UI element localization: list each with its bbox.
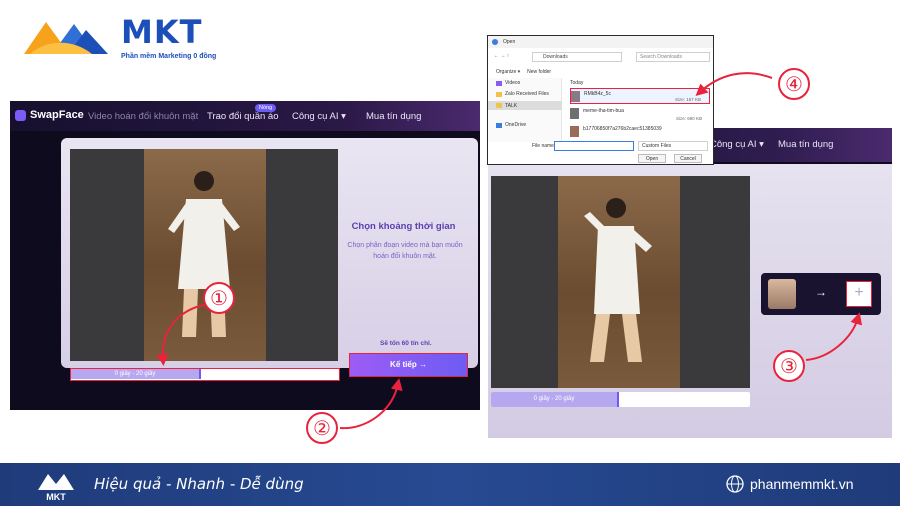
file-size: Size: 690 KB [675, 116, 702, 121]
cancel-button[interactable]: Cancel [674, 154, 702, 163]
sidebar-item-label: TALK [505, 102, 518, 109]
person-figure-icon [584, 198, 652, 362]
file-size: Size: 167 KB [674, 97, 701, 102]
face-swap-box: → + [761, 273, 881, 315]
next-button[interactable]: Kế tiếp → [349, 353, 468, 377]
add-face-button[interactable]: + [846, 281, 872, 307]
panel-title: Chọn khoảng thời gian [351, 221, 456, 232]
file-name: RMkB4z_5c [584, 91, 611, 97]
mkt-footer-logo-icon: MKT [38, 474, 74, 502]
chrome-icon [492, 39, 498, 45]
credits-note: Sẽ tốn 60 tín chỉ. [380, 340, 432, 347]
footer-tagline: Hiệu quả - Nhanh - Dễ dùng [94, 475, 304, 493]
chevron-down-icon: ▾ [341, 111, 346, 122]
organize-button[interactable]: Organize ▾ [496, 69, 520, 75]
image-thumbnail-icon [570, 126, 579, 137]
folder-icon [496, 91, 502, 97]
cloud-icon [496, 122, 502, 128]
step-3-marker: ③ [773, 350, 805, 382]
file-item[interactable]: meme-tha-tim-bua Size: 690 KB [570, 106, 710, 122]
nav-ai-tools-2[interactable]: Công cụ AI ▾ [710, 139, 764, 150]
brand-label: SwapFace [30, 109, 84, 121]
videos-icon [496, 80, 502, 86]
panel-description: Chọn phân đoạn video mà bạn muốn hoán đổ… [347, 242, 463, 260]
file-name: b17706850f7a276b2caec51385039 [583, 126, 662, 132]
sidebar-item-label: Videos [505, 80, 521, 86]
image-thumbnail-icon [571, 91, 580, 102]
arrow-right-icon: → [815, 285, 827, 299]
nav-buy-credits[interactable]: Mua tín dụng [366, 111, 421, 122]
nav-video-swap[interactable]: Video hoán đổi khuôn mặt [88, 111, 198, 122]
source-face-thumbnail[interactable] [768, 279, 796, 309]
time-range-slider[interactable]: 0 giây - 20 giây [70, 368, 340, 381]
video-frame-2 [558, 176, 680, 388]
range-label[interactable]: 0 giây - 20 giây [71, 369, 201, 379]
file-list: Today RMkB4z_5c Size: 167 KB meme-tha-ti… [564, 78, 712, 142]
video-frame [144, 149, 266, 361]
sidebar-item-onedrive[interactable]: OneDrive [496, 122, 526, 128]
range-label-2[interactable]: 0 giây - 20 giây [491, 392, 619, 407]
nav-ai-tools-2-label: Công cụ AI [710, 139, 757, 150]
top-nav: SwapFace Video hoán đổi khuôn mặt Trao đ… [10, 101, 480, 131]
person-figure-icon [168, 171, 240, 337]
nav-ai-tools-label: Công cụ AI [292, 111, 339, 122]
folder-icon [496, 103, 502, 108]
swapface-logo-icon [15, 109, 26, 121]
image-thumbnail-icon [570, 108, 579, 119]
open-button[interactable]: Open [638, 154, 666, 163]
step-2-marker: ② [306, 412, 338, 444]
sidebar-item-videos[interactable]: Videos [496, 80, 520, 86]
globe-icon [726, 475, 744, 493]
file-type-select[interactable]: Custom Files [638, 141, 708, 151]
address-bar: ← → ↑ Downloads Search Downloads [488, 50, 713, 64]
dialog-sidebar: Videos Zalo Received Files TALK OneDrive [488, 78, 562, 142]
address-field[interactable]: Downloads [532, 52, 622, 62]
swapface-window: SwapFace Video hoán đổi khuôn mặt Trao đ… [10, 101, 480, 410]
dialog-toolbar: Organize ▾ New folder [496, 69, 551, 75]
nav-ai-tools[interactable]: Công cụ AI ▾ [292, 111, 346, 122]
footer-bar: MKT Hiệu quả - Nhanh - Dễ dùng phanmemmk… [0, 463, 900, 506]
file-name-label: File name: [532, 143, 556, 149]
step-1-marker: ① [203, 282, 235, 314]
time-range-slider-2[interactable]: 0 giây - 20 giây [491, 392, 750, 407]
chevron-down-icon: ▾ [759, 139, 764, 150]
dialog-footer: File name: Custom Files Open Cancel [488, 140, 713, 164]
nav-clothes-swap[interactable]: Trao đổi quần áo [207, 111, 278, 122]
tutorial-image: MKT Phần mềm Marketing 0 đồng SwapFace V… [0, 0, 900, 506]
file-open-dialog: Open ← → ↑ Downloads Search Downloads Or… [487, 35, 714, 165]
footer-website[interactable]: phanmemmkt.vn [750, 476, 853, 492]
search-input[interactable]: Search Downloads [636, 52, 710, 62]
nav-arrows-icon[interactable]: ← → ↑ [494, 53, 509, 59]
file-name-input[interactable] [554, 141, 634, 151]
sidebar-item-talk[interactable]: TALK [488, 101, 562, 110]
sidebar-item-label: OneDrive [505, 122, 527, 128]
dialog-title: Open [488, 36, 713, 48]
logo-text: MKT [121, 13, 203, 51]
file-name: meme-tha-tim-bua [583, 108, 624, 114]
nav-buy-credits-2[interactable]: Mua tín dụng [778, 139, 833, 150]
brand[interactable]: SwapFace [15, 109, 84, 121]
section-today: Today [570, 80, 584, 86]
mkt-logo-icon [24, 22, 108, 54]
svg-text:MKT: MKT [46, 492, 66, 502]
hot-badge: Nóng [255, 104, 277, 112]
swapface-window-2: Công cụ AI ▾ Mua tín dụng 0 giây - 20 gi… [488, 128, 892, 438]
step-4-marker: ④ [778, 68, 810, 100]
file-item[interactable]: b17706850f7a276b2caec51385039 [570, 124, 710, 140]
sidebar-item-zalo[interactable]: Zalo Received Files [496, 91, 549, 97]
file-item-selected[interactable]: RMkB4z_5c Size: 167 KB [570, 88, 710, 104]
new-folder-button[interactable]: New folder [527, 69, 551, 75]
logo-subtitle: Phần mềm Marketing 0 đồng [121, 53, 217, 60]
sidebar-item-label: Zalo Received Files [505, 91, 549, 97]
